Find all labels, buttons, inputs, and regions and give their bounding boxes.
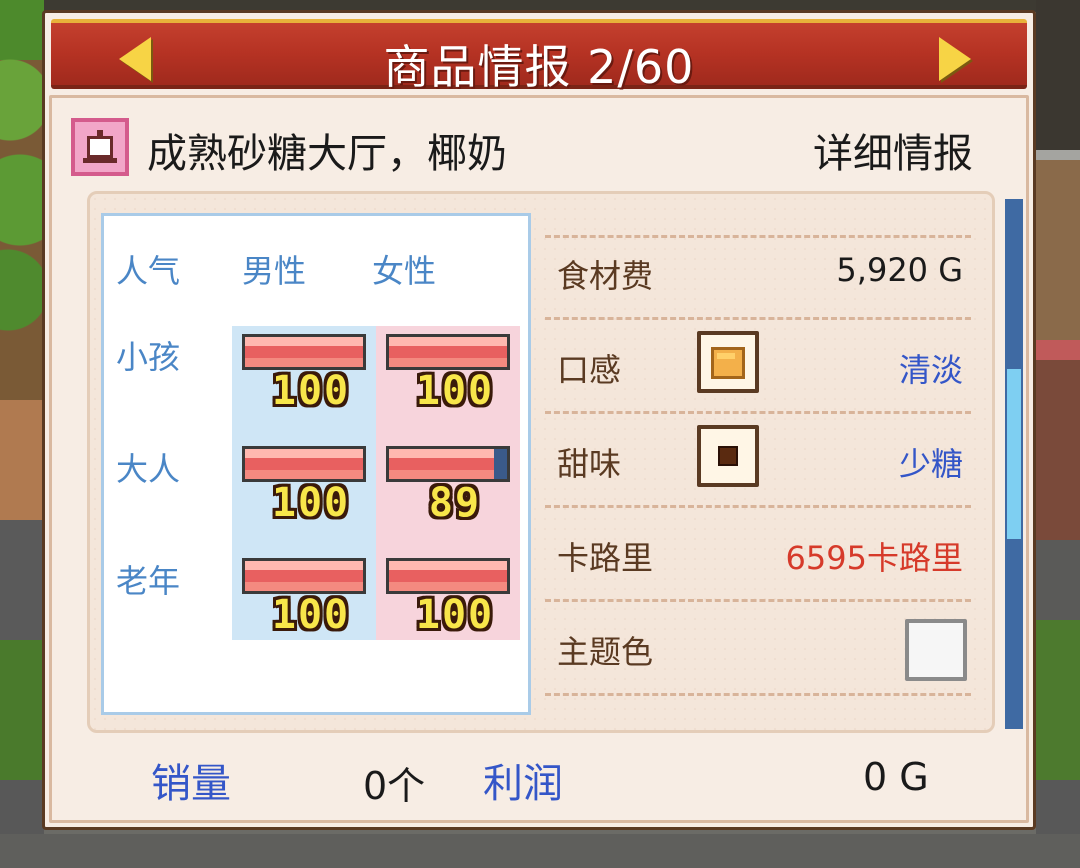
stat-texture: 口感 清淡 xyxy=(545,319,971,414)
stat-label: 口感 xyxy=(557,351,622,389)
sales-value: 0个 xyxy=(363,764,426,808)
popularity-score: 100 xyxy=(271,368,351,414)
product-info-panel: 商品情报 2/60 成熟砂糖大厅，椰奶 详细情报 人气 男性 女性 小孩 大人 … xyxy=(42,10,1036,830)
stat-calories: 卡路里 6595卡路里 xyxy=(545,507,971,602)
popularity-cell: 100 xyxy=(386,558,510,646)
stat-sweetness: 甜味 少糖 xyxy=(545,413,971,508)
theme-color-swatch xyxy=(905,619,967,681)
popularity-bar xyxy=(386,334,510,370)
stat-value: 5,920 G xyxy=(836,251,963,289)
stat-label: 主题色 xyxy=(557,633,654,671)
popularity-bar xyxy=(242,446,366,482)
popularity-bar xyxy=(242,334,366,370)
stat-ingredient-cost: 食材费 5,920 G xyxy=(545,225,971,320)
sweetness-icon xyxy=(697,425,759,487)
stat-label: 食材费 xyxy=(557,257,654,295)
stat-theme-color: 主题色 xyxy=(545,601,971,696)
cake-icon xyxy=(71,118,129,176)
popularity-cell: 100 xyxy=(242,334,366,422)
stat-label: 卡路里 xyxy=(557,539,654,577)
popularity-score: 89 xyxy=(428,480,482,526)
popularity-score: 100 xyxy=(271,480,351,526)
detail-info-button[interactable]: 详细情报 xyxy=(813,121,973,179)
scrollbar-thumb[interactable] xyxy=(1007,369,1021,539)
background-scenery-right xyxy=(1036,0,1080,868)
popularity-score: 100 xyxy=(415,368,495,414)
profit-value: 0 G xyxy=(863,755,929,799)
popularity-cell: 100 xyxy=(242,558,366,646)
column-male: 男性 xyxy=(242,252,307,290)
texture-cube-icon xyxy=(697,331,759,393)
popularity-bar xyxy=(386,446,510,482)
stat-label: 甜味 xyxy=(557,445,622,483)
item-name: 成熟砂糖大厅，椰奶 xyxy=(147,131,507,177)
popularity-score: 100 xyxy=(271,592,351,638)
stat-value: 6595卡路里 xyxy=(785,539,963,577)
column-female: 女性 xyxy=(372,252,437,290)
popularity-score: 100 xyxy=(415,592,495,638)
row-label-senior: 老年 xyxy=(116,562,181,600)
next-arrow-icon[interactable] xyxy=(939,37,971,81)
popularity-bar xyxy=(386,558,510,594)
popularity-bar xyxy=(242,558,366,594)
profit-label: 利润 xyxy=(483,761,563,807)
popularity-cell: 100 xyxy=(386,334,510,422)
row-label-child: 小孩 xyxy=(116,338,181,376)
popularity-grid: 人气 男性 女性 小孩 大人 老年 100 100 100 89 100 100 xyxy=(101,213,531,715)
tree-decoration xyxy=(0,40,44,340)
background-bottom xyxy=(0,834,1080,868)
popularity-cell: 89 xyxy=(386,446,510,534)
row-label-adult: 大人 xyxy=(116,450,181,488)
header-bar: 商品情报 2/60 xyxy=(51,19,1027,94)
stat-value: 少糖 xyxy=(898,445,963,483)
page-title: 商品情报 2/60 xyxy=(383,40,695,94)
popularity-cell: 100 xyxy=(242,446,366,534)
sales-label: 销量 xyxy=(151,761,231,807)
scrollbar[interactable] xyxy=(1005,199,1023,729)
stat-value: 清淡 xyxy=(898,351,963,389)
popularity-label: 人气 xyxy=(116,252,181,290)
